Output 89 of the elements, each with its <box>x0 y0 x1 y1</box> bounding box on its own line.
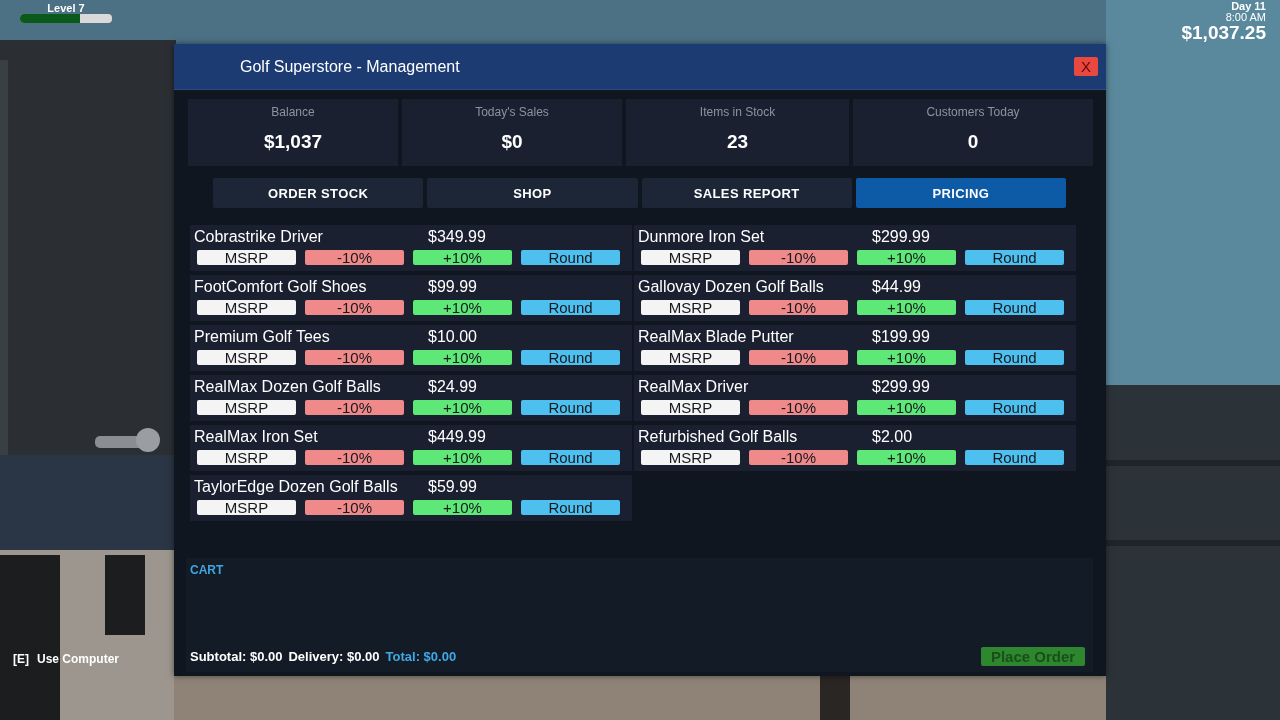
decrease-price-button[interactable]: -10% <box>305 400 404 415</box>
time-label: 8:00 AM <box>1225 12 1266 23</box>
product-price: $44.99 <box>872 277 921 296</box>
decrease-price-button[interactable]: -10% <box>305 300 404 315</box>
round-price-button[interactable]: Round <box>521 300 620 315</box>
decrease-price-button[interactable]: -10% <box>749 300 848 315</box>
round-price-button[interactable]: Round <box>965 400 1064 415</box>
stat-value: $0 <box>501 131 523 153</box>
hint-action-label: Use Computer <box>37 652 119 666</box>
increase-price-button[interactable]: +10% <box>413 350 512 365</box>
tab[interactable]: SHOP <box>427 178 638 208</box>
product-price: $449.99 <box>428 427 486 446</box>
decrease-price-button[interactable]: -10% <box>749 400 848 415</box>
round-price-button[interactable]: Round <box>521 500 620 515</box>
round-price-button[interactable]: Round <box>521 400 620 415</box>
msrp-button[interactable]: MSRP <box>641 450 740 465</box>
product-price: $59.99 <box>428 477 477 496</box>
msrp-button[interactable]: MSRP <box>641 400 740 415</box>
increase-price-button[interactable]: +10% <box>413 300 512 315</box>
day-label: Day 11 <box>1231 0 1266 12</box>
decrease-price-button[interactable]: -10% <box>305 350 404 365</box>
product-price: $349.99 <box>428 227 486 246</box>
round-price-button[interactable]: Round <box>521 350 620 365</box>
product-price: $2.00 <box>872 427 913 446</box>
stat-value: $1,037 <box>263 131 323 153</box>
tab[interactable]: PRICING <box>855 178 1066 208</box>
key-hint: [E] <box>13 652 29 666</box>
round-price-button[interactable]: Round <box>521 250 620 265</box>
product-name: Dunmore Iron Set <box>638 227 766 246</box>
stat-label: Today's Sales <box>475 105 549 119</box>
product-price: $299.99 <box>872 227 930 246</box>
decrease-price-button[interactable]: -10% <box>749 250 848 265</box>
product-price: $199.99 <box>872 327 930 346</box>
round-price-button[interactable]: Round <box>521 450 620 465</box>
round-price-button[interactable]: Round <box>965 450 1064 465</box>
stat-value: 23 <box>726 131 749 153</box>
decrease-price-button[interactable]: -10% <box>749 350 848 365</box>
increase-price-button[interactable]: +10% <box>413 400 512 415</box>
total-label: Total: $0.00 <box>385 649 457 664</box>
product-name: Premium Golf Tees <box>194 327 331 346</box>
increase-price-button[interactable]: +10% <box>413 250 512 265</box>
msrp-button[interactable]: MSRP <box>641 250 740 265</box>
msrp-button[interactable]: MSRP <box>197 250 296 265</box>
product-price: $99.99 <box>428 277 477 296</box>
product-name: RealMax Driver <box>638 377 750 396</box>
increase-price-button[interactable]: +10% <box>857 450 956 465</box>
delivery-label: Delivery: $0.00 <box>288 649 380 664</box>
stat-value: 0 <box>967 131 979 153</box>
product-name: Cobrastrike Driver <box>194 227 324 246</box>
increase-price-button[interactable]: +10% <box>857 400 956 415</box>
round-price-button[interactable]: Round <box>965 250 1064 265</box>
subtotal-label: Subtotal: $0.00 <box>190 649 283 664</box>
stat-label: Balance <box>271 105 315 119</box>
tab[interactable]: ORDER STOCK <box>213 178 424 208</box>
product-price: $299.99 <box>872 377 930 396</box>
product-name: RealMax Blade Putter <box>638 327 795 346</box>
msrp-button[interactable]: MSRP <box>641 350 740 365</box>
window-title: Golf Superstore - Management <box>240 57 461 76</box>
product-name: Refurbished Golf Balls <box>638 427 799 446</box>
stat-label: Customers Today <box>926 105 1020 119</box>
msrp-button[interactable]: MSRP <box>197 350 296 365</box>
product-name: Gallovay Dozen Golf Balls <box>638 277 825 296</box>
round-price-button[interactable]: Round <box>965 350 1064 365</box>
stat-label: Items in Stock <box>699 105 776 119</box>
product-name: TaylorEdge Dozen Golf Balls <box>194 477 399 496</box>
decrease-price-button[interactable]: -10% <box>305 250 404 265</box>
decrease-price-button[interactable]: -10% <box>305 450 404 465</box>
increase-price-button[interactable]: +10% <box>857 250 956 265</box>
increase-price-button[interactable]: +10% <box>413 500 512 515</box>
increase-price-button[interactable]: +10% <box>857 350 956 365</box>
msrp-button[interactable]: MSRP <box>197 400 296 415</box>
level-label: Level 7 <box>47 2 85 14</box>
decrease-price-button[interactable]: -10% <box>305 500 404 515</box>
product-name: RealMax Iron Set <box>194 427 319 446</box>
cart-heading: CART <box>190 563 225 577</box>
product-name: FootComfort Golf Shoes <box>194 277 368 296</box>
money-total: $1,037.25 <box>1181 23 1266 43</box>
msrp-button[interactable]: MSRP <box>197 300 296 315</box>
increase-price-button[interactable]: +10% <box>413 450 512 465</box>
msrp-button[interactable]: MSRP <box>197 450 296 465</box>
msrp-button[interactable]: MSRP <box>641 300 740 315</box>
tab[interactable]: SALES REPORT <box>641 178 852 208</box>
product-price: $24.99 <box>428 377 477 396</box>
increase-price-button[interactable]: +10% <box>857 300 956 315</box>
decrease-price-button[interactable]: -10% <box>749 450 848 465</box>
product-name: RealMax Dozen Golf Balls <box>194 377 382 396</box>
msrp-button[interactable]: MSRP <box>197 500 296 515</box>
product-price: $10.00 <box>428 327 477 346</box>
round-price-button[interactable]: Round <box>965 300 1064 315</box>
